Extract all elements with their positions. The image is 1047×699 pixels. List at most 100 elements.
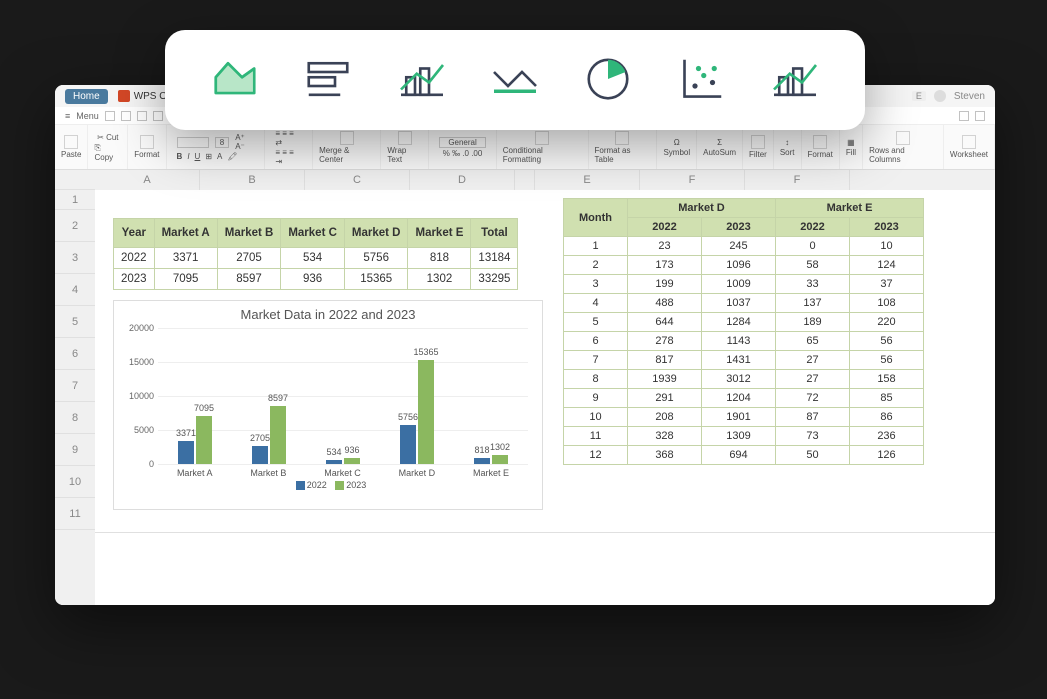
- row-header[interactable]: 11: [55, 498, 95, 530]
- row-headers: 1234567891011: [55, 170, 95, 605]
- table-row[interactable]: 2173109658124: [564, 256, 924, 275]
- fmt-table-label: Format as Table: [595, 146, 651, 164]
- table-row[interactable]: 1236869450126: [564, 446, 924, 465]
- table-row[interactable]: 44881037137108: [564, 294, 924, 313]
- table-row[interactable]: 11328130973236: [564, 427, 924, 446]
- fmt-table-icon[interactable]: [615, 131, 629, 145]
- chart-legend: 2022 2023: [114, 478, 542, 490]
- new-icon[interactable]: [105, 111, 115, 121]
- table-row[interactable]: 627811436556: [564, 332, 924, 351]
- scatter-chart-icon[interactable]: [674, 51, 730, 110]
- table-row[interactable]: 202233712705534575681813184: [114, 248, 518, 269]
- spreadsheet-window: Home WPS O E Steven ≡ Menu Paste ✂ Cut ⎘…: [55, 85, 995, 605]
- italic-button[interactable]: I: [187, 152, 189, 161]
- combo-chart-2-icon[interactable]: [767, 51, 823, 110]
- bar-group: 33717095: [178, 416, 212, 464]
- line-chart-icon[interactable]: [487, 51, 543, 110]
- row-header[interactable]: 4: [55, 274, 95, 306]
- row-header[interactable]: 9: [55, 434, 95, 466]
- col-header[interactable]: D: [410, 170, 515, 190]
- row-header[interactable]: 8: [55, 402, 95, 434]
- row-header[interactable]: 10: [55, 466, 95, 498]
- bar[interactable]: 818: [474, 458, 490, 464]
- table-row[interactable]: 929112047285: [564, 389, 924, 408]
- rows-cols-icon[interactable]: [896, 131, 910, 145]
- filter-icon[interactable]: [751, 135, 765, 149]
- col-header[interactable]: [515, 170, 535, 190]
- cut-button[interactable]: ✂ Cut: [97, 133, 118, 142]
- x-label: Market C: [324, 468, 361, 478]
- bar[interactable]: 936: [344, 458, 360, 464]
- row-header[interactable]: 2: [55, 210, 95, 242]
- bar[interactable]: 2705: [252, 446, 268, 464]
- combo-chart-icon[interactable]: [394, 51, 450, 110]
- table-row[interactable]: 81939301227158: [564, 370, 924, 389]
- tab-home[interactable]: Home: [65, 89, 108, 104]
- x-label: Market E: [473, 468, 509, 478]
- number-group: General % ‰ .0 .00: [429, 125, 496, 169]
- bar[interactable]: 1302: [492, 455, 508, 464]
- col-header[interactable]: F: [745, 170, 850, 190]
- monthly-table[interactable]: Month Market D Market E 2022202320222023…: [563, 198, 924, 465]
- yearly-table[interactable]: YearMarket AMarket BMarket CMarket DMark…: [113, 218, 518, 290]
- worksheet-label: Worksheet: [950, 150, 988, 159]
- bar[interactable]: 5756: [400, 425, 416, 464]
- row-header[interactable]: 5: [55, 306, 95, 338]
- wrap-label: Wrap Text: [387, 146, 422, 164]
- table-row[interactable]: 1020819018786: [564, 408, 924, 427]
- underline-button[interactable]: U: [195, 152, 201, 161]
- pie-chart-icon[interactable]: [580, 51, 636, 110]
- cond-fmt-icon[interactable]: [535, 131, 549, 145]
- symbol-label: Symbol: [663, 148, 690, 157]
- col-header[interactable]: F: [640, 170, 745, 190]
- open-icon[interactable]: [121, 111, 131, 121]
- bar[interactable]: 8597: [270, 406, 286, 464]
- table-row[interactable]: 781714312756: [564, 351, 924, 370]
- cond-fmt-label: Conditional Formatting: [503, 146, 582, 164]
- wrap-icon[interactable]: [398, 131, 412, 145]
- share-icon[interactable]: [959, 111, 969, 121]
- copy-button[interactable]: ⎘ Copy: [94, 143, 121, 162]
- col-header[interactable]: B: [200, 170, 305, 190]
- format-painter-icon[interactable]: [140, 135, 154, 149]
- bar-group: 575615365: [400, 360, 434, 464]
- paste-icon[interactable]: [64, 135, 78, 149]
- worksheet-icon[interactable]: [962, 135, 976, 149]
- bar[interactable]: 15365: [418, 360, 434, 464]
- settings-icon[interactable]: [975, 111, 985, 121]
- sort-label: Sort: [780, 148, 795, 157]
- bar[interactable]: 7095: [196, 416, 212, 464]
- bar-chart[interactable]: Market Data in 2022 and 2023 05000100001…: [113, 300, 543, 510]
- bar[interactable]: 3371: [178, 441, 194, 464]
- col-header[interactable]: C: [305, 170, 410, 190]
- table-row[interactable]: 319910093337: [564, 275, 924, 294]
- bold-button[interactable]: B: [177, 152, 183, 161]
- table-row[interactable]: 20237095859793615365130233295: [114, 269, 518, 290]
- bar-group: 8181302: [474, 455, 508, 464]
- row-header[interactable]: 6: [55, 338, 95, 370]
- print-icon[interactable]: [153, 111, 163, 121]
- paste-label: Paste: [61, 150, 81, 159]
- col-header[interactable]: A: [95, 170, 200, 190]
- horizontal-bar-chart-icon[interactable]: [300, 51, 356, 110]
- table-header: 2022: [776, 218, 850, 237]
- format2-icon[interactable]: [813, 135, 827, 149]
- column-headers: ABCDEFF: [95, 170, 995, 190]
- merge-icon[interactable]: [340, 131, 354, 145]
- bar[interactable]: 534: [326, 460, 342, 464]
- table-row[interactable]: 123245010: [564, 237, 924, 256]
- tab-wps[interactable]: WPS O: [118, 90, 167, 102]
- filter-label: Filter: [749, 150, 767, 159]
- row-header[interactable]: 3: [55, 242, 95, 274]
- col-header[interactable]: E: [535, 170, 640, 190]
- fill-label: Fill: [846, 148, 856, 157]
- row-header[interactable]: 1: [55, 190, 95, 210]
- table-row[interactable]: 56441284189220: [564, 313, 924, 332]
- table-header: 2023: [850, 218, 924, 237]
- table-header: Market D: [344, 219, 408, 248]
- avatar-icon[interactable]: [934, 90, 946, 102]
- menu-button[interactable]: Menu: [76, 111, 99, 121]
- save-icon[interactable]: [137, 111, 147, 121]
- area-chart-icon[interactable]: [207, 51, 263, 110]
- row-header[interactable]: 7: [55, 370, 95, 402]
